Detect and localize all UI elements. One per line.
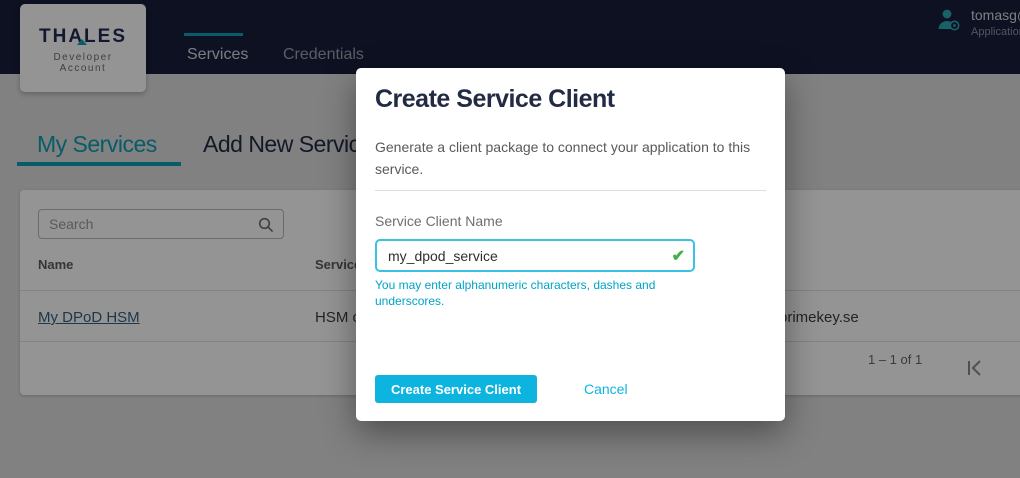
field-helper-text: You may enter alphanumeric characters, d…: [375, 277, 685, 309]
service-client-name-label: Service Client Name: [375, 213, 503, 229]
dialog-title: Create Service Client: [375, 85, 615, 114]
create-service-client-dialog: Create Service Client Generate a client …: [356, 68, 785, 421]
cancel-button[interactable]: Cancel: [578, 375, 634, 403]
valid-check-icon: ✔: [672, 246, 685, 266]
service-client-name-field: ✔: [375, 239, 695, 272]
dialog-description: Generate a client package to connect you…: [375, 136, 766, 180]
service-client-name-input[interactable]: [377, 241, 693, 270]
create-service-client-button[interactable]: Create Service Client: [375, 375, 537, 403]
dialog-divider: [375, 190, 766, 191]
